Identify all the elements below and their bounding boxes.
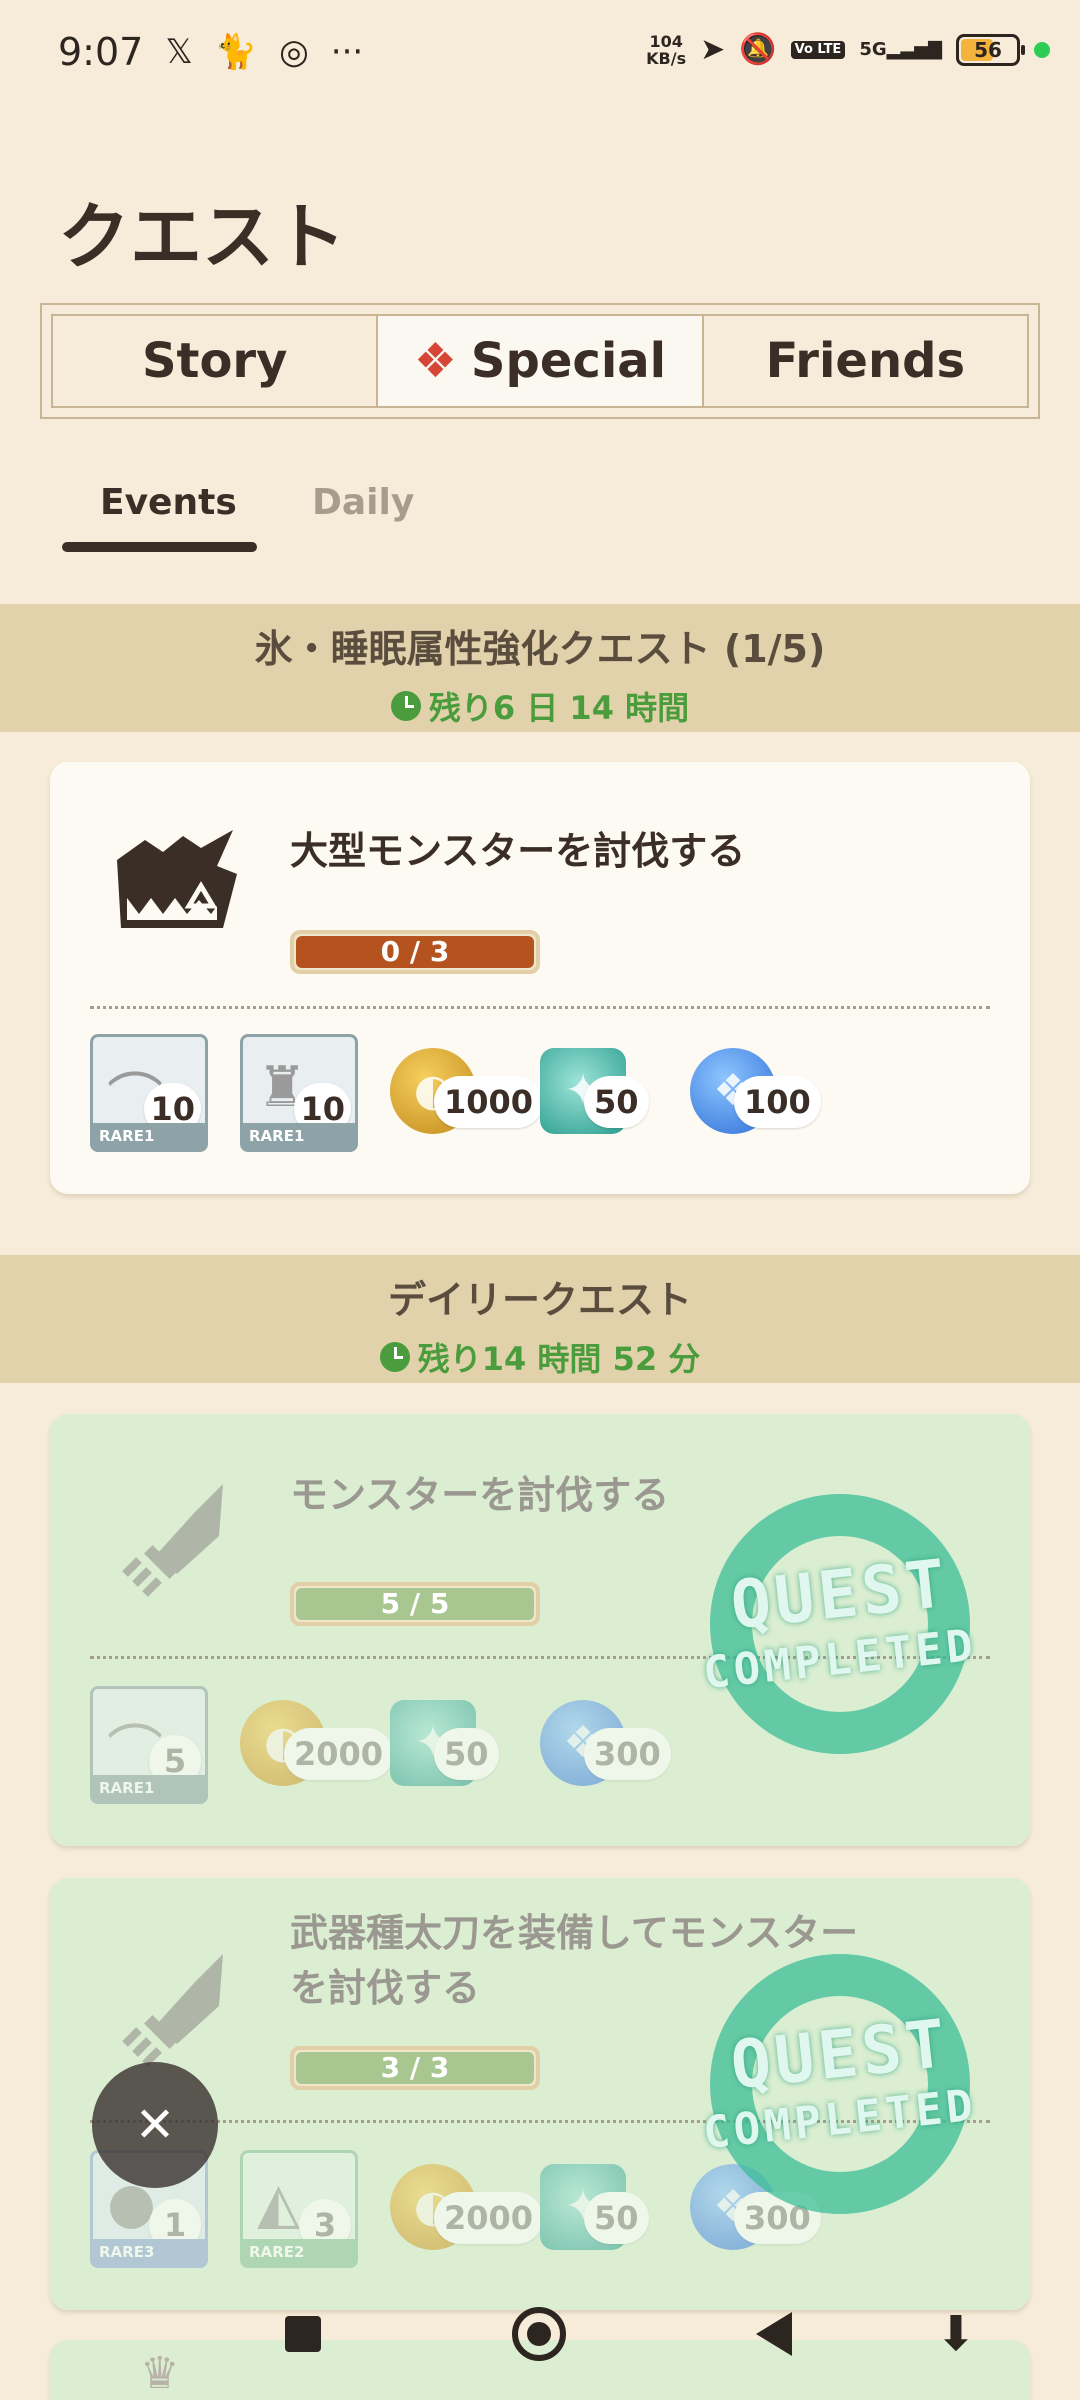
reward-item[interactable]: ♜ 10 RARE1 [240,1034,358,1152]
close-button[interactable]: ✕ [92,2062,218,2188]
battery-icon: 56 [956,33,1025,66]
special-emblem-icon: ❖ [413,333,457,389]
navigation-bar: ⬇ [0,2298,1080,2370]
quest-progress-bar: 0 / 3 [290,930,540,974]
tab-special[interactable]: ❖ Special [376,316,704,406]
subtab-active-indicator [62,542,257,552]
clock-icon [379,1342,410,1372]
quest-progress-bar: 5 / 5 [290,1582,540,1626]
home-button[interactable] [503,2298,575,2370]
quest-title: モンスターを討伐する [290,1473,670,1517]
home-circle-icon [512,2307,566,2361]
back-button[interactable] [738,2298,810,2370]
large-monster-icon [117,830,237,928]
daily-section-banner: デイリークエスト 残り14 時間 52 分 [0,1255,1080,1383]
subtab-daily[interactable]: Daily [312,482,414,523]
page-title: クエスト [58,195,347,279]
reward-zenny: ◐ 2000 [240,1700,394,1790]
daily-section-title: デイリークエスト [387,1278,692,1322]
reward-item[interactable]: ◭ 3 RARE2 [240,2150,358,2268]
status-bar: 9:07 𝕏 🐈 ◎ ··· 104 KB/s ➤ 🔕 Vo LTE 5G▂▃▅… [0,0,1080,105]
more-icon: ··· [330,32,364,72]
quest-completed-stamp: QUEST COMPLETED [690,1494,990,1764]
event-section-title: 氷・睡眠属性強化クエスト (1/5) [254,627,826,671]
reward-gem: ✦ 50 [390,1700,499,1790]
reward-blue-point: ❖ 300 [540,1700,671,1790]
cat-icon: 🐈 [214,32,258,72]
quest-title: 大型モンスターを討伐する [290,829,746,873]
quest-completed-stamp: QUEST COMPLETED [690,1954,990,2224]
daily-section-timer: 残り14 時間 52 分 [0,1334,1080,1380]
event-section-banner: 氷・睡眠属性強化クエスト (1/5) 残り6 日 14 時間 [0,604,1080,732]
volte-icon: Vo LTE [790,40,846,59]
clock-icon [390,691,421,721]
tab-friends[interactable]: Friends [704,316,1027,406]
sword-icon [122,1484,223,1597]
location-arrow-icon: ➤ [700,32,726,67]
quest-rewards: ⌒ 10 RARE1 ♜ 10 RARE1 ◐ 1000 ✦ 50 ❖ 100 [90,1034,840,1152]
reward-gem: ✦ 50 [540,1048,649,1138]
x-icon: 𝕏 [165,32,193,72]
square-icon [285,2316,321,2352]
hide-nav-button[interactable]: ⬇ [920,2298,992,2370]
quest-card[interactable]: モンスターを討伐する 5 / 5 ⌒ 5 RARE1 ◐ 2000 ✦ 50 ❖… [50,1414,1030,1846]
back-triangle-icon [756,2312,792,2356]
recent-apps-button[interactable] [267,2298,339,2370]
reward-zenny: ◐ 1000 [390,1048,544,1138]
reward-item[interactable]: ⌒ 5 RARE1 [90,1686,208,1804]
close-icon: ✕ [134,2097,176,2153]
armor-icon: ◭ [257,2171,301,2236]
status-time: 9:07 [58,30,144,74]
long-sword-icon [122,1954,223,2067]
privacy-dot [1034,41,1050,58]
ofi-icon: ◎ [279,32,309,72]
quest-rewards: ⌒ 5 RARE1 ◐ 2000 ✦ 50 ❖ 300 [90,1686,690,1804]
quest-progress-bar: 3 / 3 [290,2046,540,2090]
reward-gem: ✦ 50 [540,2164,649,2254]
quest-card[interactable]: 大型モンスターを討伐する 0 / 3 ⌒ 10 RARE1 ♜ 10 RARE1… [50,762,1030,1194]
event-section-timer: 残り6 日 14 時間 [0,683,1080,729]
reward-blue-point: ❖ 100 [690,1048,821,1138]
main-tabs: Story ❖ Special Friends [40,303,1040,419]
tab-story[interactable]: Story [53,316,376,406]
subtab-events[interactable]: Events [100,482,237,523]
net-speed: 104 KB/s [646,31,687,68]
reward-zenny: ◐ 2000 [390,2164,544,2254]
vibrate-off-icon: 🔕 [739,32,777,67]
signal-icon: 5G▂▃▅▇ [859,39,942,60]
chevron-down-icon: ⬇ [935,2306,977,2362]
reward-item[interactable]: ⌒ 10 RARE1 [90,1034,208,1152]
